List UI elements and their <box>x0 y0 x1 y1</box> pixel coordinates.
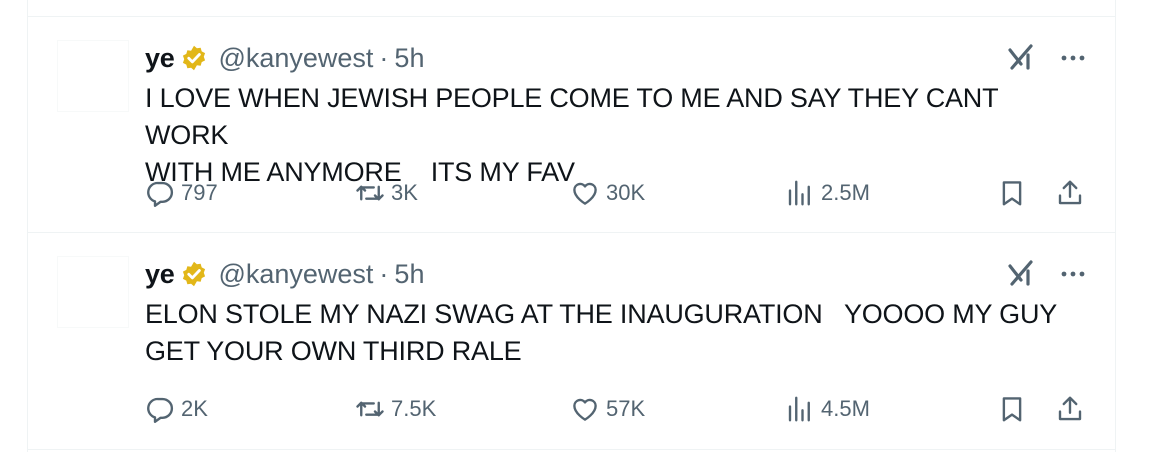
tweet-timestamp[interactable]: 5h <box>394 259 424 290</box>
avatar[interactable] <box>57 256 129 328</box>
share-icon <box>1058 180 1082 205</box>
separator-dot: · <box>379 258 389 289</box>
repost-button[interactable]: 3K <box>355 173 418 213</box>
tweet[interactable]: ye @kanyewest · 5h <box>28 17 1115 233</box>
bookmark-icon <box>1002 181 1022 206</box>
views-chart-icon <box>788 396 810 422</box>
verified-badge-icon[interactable] <box>180 44 208 72</box>
repost-count: 3K <box>391 180 418 205</box>
reply-button[interactable]: 797 <box>145 173 218 213</box>
heart-icon <box>573 182 597 205</box>
verified-badge-icon[interactable] <box>180 260 208 288</box>
share-button[interactable] <box>1055 173 1085 213</box>
share-icon <box>1058 396 1082 421</box>
separator-dot: · <box>379 42 389 73</box>
bookmark-button[interactable] <box>997 173 1027 213</box>
tweet[interactable]: ye @kanyewest · 5h <box>28 233 1115 450</box>
reply-count: 797 <box>181 180 218 205</box>
like-button[interactable]: 57K <box>570 389 645 429</box>
author-name[interactable]: ye <box>145 259 175 290</box>
more-icon[interactable] <box>1058 259 1088 289</box>
repost-icon <box>356 401 384 417</box>
repost-count: 7.5K <box>391 396 437 421</box>
reply-icon <box>147 181 174 207</box>
view-count: 2.5M <box>821 180 870 205</box>
tweet-timestamp[interactable]: 5h <box>394 43 424 74</box>
grok-icon[interactable] <box>1006 257 1038 289</box>
like-count: 57K <box>606 396 646 421</box>
tweet-header: ye @kanyewest · 5h <box>145 257 424 291</box>
view-count: 4.5M <box>821 396 870 421</box>
views-chart-icon <box>788 180 810 206</box>
tweet-actions: 2K 7.5K 57K 4.5M <box>145 389 1093 429</box>
share-button[interactable] <box>1055 389 1085 429</box>
like-count: 30K <box>606 180 646 205</box>
timeline-feed: ye @kanyewest · 5h I LOVE WHEN JEWISH PE… <box>27 0 1116 452</box>
reply-count: 2K <box>181 396 208 421</box>
bookmark-icon <box>1002 397 1022 422</box>
reply-button[interactable]: 2K <box>145 389 208 429</box>
reply-icon <box>147 397 174 423</box>
tweet-actions: 797 3K 30K 2.5M <box>145 173 1093 213</box>
views-button[interactable]: 4.5M <box>785 389 870 429</box>
grok-icon[interactable] <box>1006 41 1038 73</box>
tweet-text: ELON STOLE MY NAZI SWAG AT THE INAUGURAT… <box>145 299 1058 366</box>
repost-icon <box>356 185 384 201</box>
views-button[interactable]: 2.5M <box>785 173 870 213</box>
more-icon[interactable] <box>1058 43 1088 73</box>
like-button[interactable]: 30K <box>570 173 645 213</box>
heart-icon <box>573 398 597 421</box>
avatar[interactable] <box>57 40 129 112</box>
repost-button[interactable]: 7.5K <box>355 389 436 429</box>
author-handle[interactable]: @kanyewest <box>218 43 373 74</box>
author-name[interactable]: ye <box>145 43 175 74</box>
author-handle[interactable]: @kanyewest <box>218 259 373 290</box>
bookmark-button[interactable] <box>997 389 1027 429</box>
tweet-header: ye @kanyewest · 5h <box>145 41 424 75</box>
